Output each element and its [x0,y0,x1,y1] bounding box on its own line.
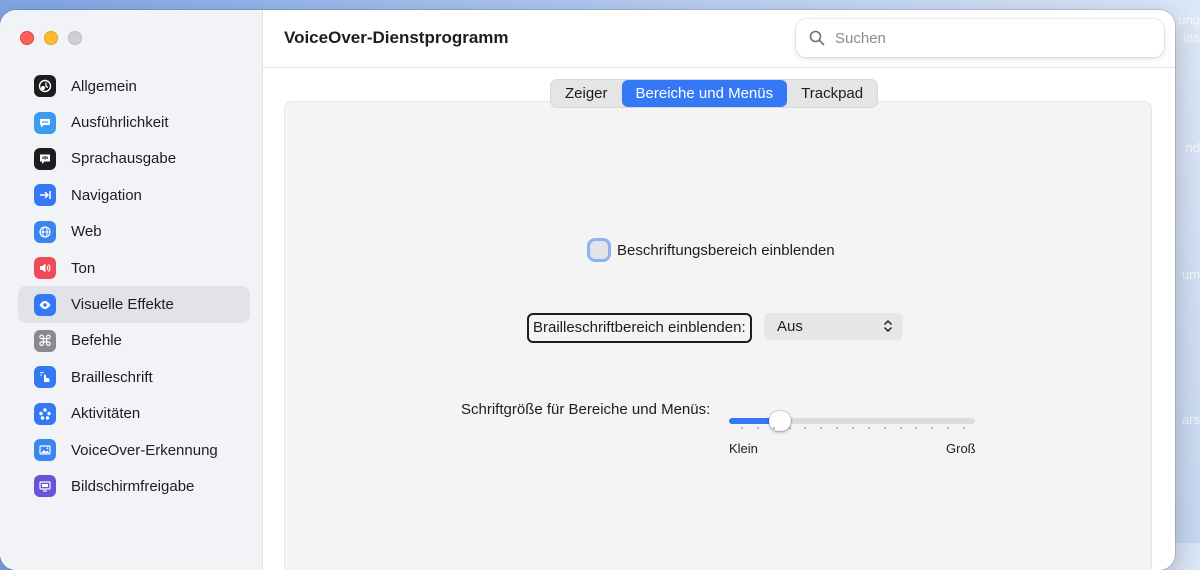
slider-tick [772,427,775,429]
speech-icon [34,147,56,170]
sidebar-item-label: Navigation [71,186,142,204]
font-size-slider[interactable] [729,411,975,431]
sidebar-item-label: Web [71,223,102,241]
activities-icon [34,402,56,425]
sidebar-item-label: Allgemein [71,77,137,95]
globe-icon [34,220,56,243]
desktop-label: ung [1178,12,1200,27]
desktop-label: ias [1183,30,1200,45]
tab-trackpad[interactable]: Trackpad [787,80,877,107]
sidebar-item-ausfuehrlichkeit[interactable]: Ausführlichkeit [18,104,250,140]
chevron-up-down-icon [884,320,892,332]
close-window-button[interactable] [20,31,34,45]
sidebar-item-voiceover-erkennung[interactable]: VoiceOver-Erkennung [18,432,250,468]
window-controls [20,31,82,45]
sidebar-item-label: Sprachausgabe [71,150,177,168]
sidebar-item-label: Brailleschrift [71,368,153,386]
sidebar-item-visuelle-effekte[interactable]: Visuelle Effekte [18,286,250,323]
sidebar-item-aktivitaeten[interactable]: Aktivitäten [18,396,250,432]
zoom-window-button[interactable] [68,31,82,45]
braille-panel-label: Brailleschriftbereich einblenden: [527,313,752,343]
segmented-tabs: Zeiger Bereiche und Menüs Trackpad [550,79,879,108]
slider-tick [756,427,759,429]
slider-tick [883,427,886,429]
sidebar-list: Allgemein Ausführlichkeit Sprachausgabe … [18,68,250,505]
desktop-label: um [1181,267,1200,282]
search-icon [809,30,825,46]
caption-panel-option: Beschriftungsbereich einblenden [588,241,835,259]
caption-panel-checkbox[interactable] [590,241,608,259]
slider-tick [963,427,965,429]
sidebar-item-brailleschrift[interactable]: Brailleschrift [18,359,250,395]
sidebar-item-bildschirmfreigabe[interactable]: Bildschirmfreigabe [18,468,250,504]
sidebar-item-ton[interactable]: Ton [18,250,250,286]
braille-hand-icon [34,366,56,389]
slider-tick [741,427,743,429]
braille-panel-select-value: Aus [777,318,803,335]
slider-tick [915,427,918,429]
toolbar: VoiceOver-Dienstprogramm [263,10,1175,68]
sidebar: Allgemein Ausführlichkeit Sprachausgabe … [0,10,263,570]
slider-tick [804,427,807,429]
font-size-min-label: Klein [729,441,758,456]
search-field[interactable] [796,19,1164,57]
slider-tick [788,427,791,429]
sidebar-item-label: Ton [71,259,96,277]
braille-panel-select[interactable]: Aus [764,313,903,340]
desktop-label: nd [1185,140,1200,155]
sidebar-item-label: VoiceOver-Erkennung [71,441,218,459]
slider-tick [867,427,870,429]
slider-tick [947,427,950,429]
speech-bubble-icon [34,111,56,134]
font-size-slider-ticks [741,427,965,431]
navigation-arrow-icon [34,184,56,207]
sidebar-item-navigation[interactable]: Navigation [18,177,250,213]
eye-icon [34,293,56,316]
tab-bereiche-und-menues[interactable]: Bereiche und Menüs [621,80,788,107]
sidebar-item-web[interactable]: Web [18,214,250,250]
speaker-icon [34,257,56,280]
tab-zeiger[interactable]: Zeiger [551,80,622,107]
search-input[interactable] [833,28,1137,48]
sidebar-item-befehle[interactable]: ⌘ Befehle [18,323,250,359]
slider-tick [899,427,902,429]
font-size-label: Schriftgröße für Bereiche und Menüs: [461,401,711,418]
caption-panel-label: Beschriftungsbereich einblenden [617,241,835,259]
minimize-window-button[interactable] [44,31,58,45]
sidebar-item-label: Befehle [71,332,122,350]
font-size-max-label: Groß [946,441,976,456]
sidebar-item-label: Aktivitäten [71,405,141,423]
image-recognition-icon [34,439,56,462]
window-title: VoiceOver-Dienstprogramm [284,28,509,47]
screen-sharing-icon [34,475,56,498]
general-icon [34,75,56,98]
slider-tick [852,427,854,429]
sidebar-item-allgemein[interactable]: Allgemein [18,68,250,104]
desktop-label: ars [1181,412,1200,427]
sidebar-item-label: Visuelle Effekte [71,296,174,314]
sidebar-item-label: Ausführlichkeit [71,114,169,132]
slider-tick [931,427,934,429]
slider-tick [820,427,823,429]
slider-tick [836,427,839,429]
sidebar-item-sprachausgabe[interactable]: Sprachausgabe [18,141,250,177]
command-icon: ⌘ [34,329,56,352]
sidebar-item-label: Bildschirmfreigabe [71,477,195,495]
